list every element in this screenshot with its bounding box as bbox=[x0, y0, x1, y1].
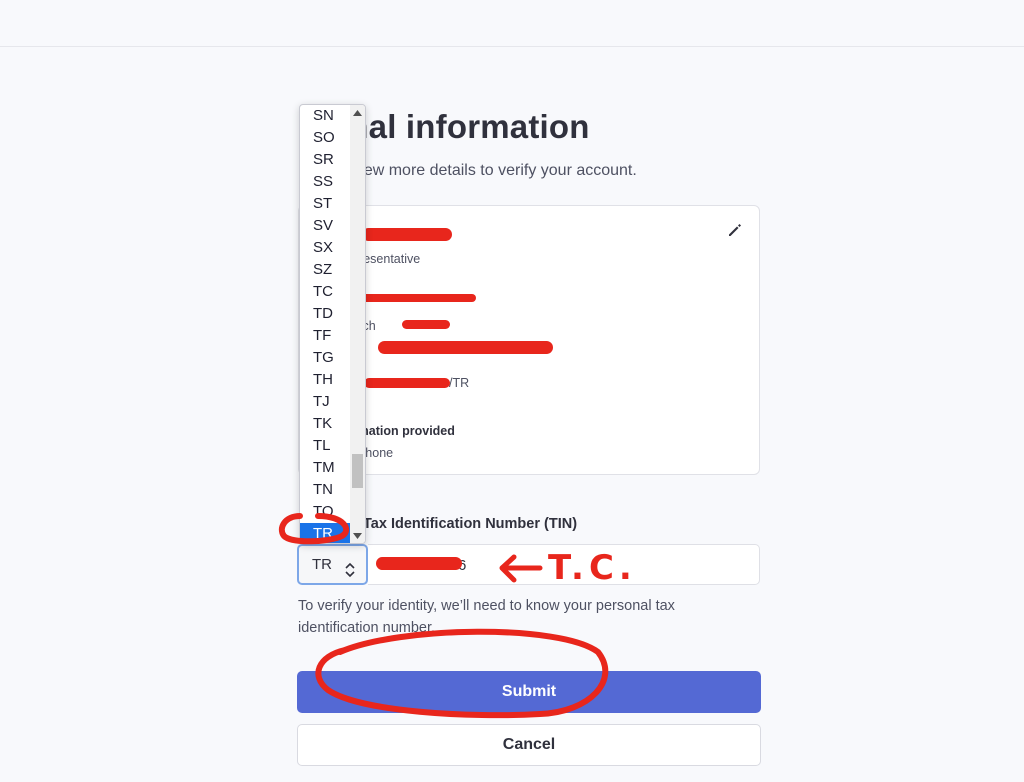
country-select[interactable]: TR bbox=[297, 544, 368, 585]
tin-label: Tax Identification Number (TIN) bbox=[363, 516, 578, 532]
country-option[interactable]: SV bbox=[300, 215, 350, 237]
annotation-text-tc: T.C. bbox=[548, 548, 637, 588]
top-bar bbox=[0, 0, 1024, 47]
redaction-mark bbox=[362, 228, 452, 241]
country-dropdown-list[interactable]: SN SO SR SS ST SV SX SZ TC TD TF TG TH T… bbox=[299, 104, 366, 544]
redaction-mark bbox=[364, 378, 450, 388]
country-option[interactable]: SX bbox=[300, 237, 350, 259]
country-option[interactable]: TL bbox=[300, 435, 350, 457]
country-option[interactable]: TJ bbox=[300, 391, 350, 413]
tin-help-text: To verify your identity, we’ll need to k… bbox=[298, 598, 675, 636]
partial-text-b: /TR bbox=[449, 376, 470, 390]
scrollbar-thumb[interactable] bbox=[352, 454, 363, 488]
country-option[interactable]: SZ bbox=[300, 259, 350, 281]
scroll-down-arrow-icon[interactable] bbox=[353, 533, 362, 539]
country-option[interactable]: SN bbox=[300, 105, 350, 127]
country-option[interactable]: TO bbox=[300, 501, 350, 523]
country-option[interactable]: TH bbox=[300, 369, 350, 391]
redaction-mark bbox=[402, 320, 450, 329]
country-option[interactable]: TN bbox=[300, 479, 350, 501]
redaction-mark bbox=[378, 341, 553, 354]
country-option[interactable]: SO bbox=[300, 127, 350, 149]
country-option[interactable]: TD bbox=[300, 303, 350, 325]
country-option[interactable]: TC bbox=[300, 281, 350, 303]
redaction-mark bbox=[362, 294, 476, 302]
chevron-updown-icon bbox=[344, 556, 356, 578]
scroll-up-arrow-icon[interactable] bbox=[353, 110, 362, 116]
dropdown-scrollbar[interactable] bbox=[350, 105, 365, 543]
country-option[interactable]: TF bbox=[300, 325, 350, 347]
redaction-mark bbox=[376, 557, 462, 570]
cancel-button[interactable]: Cancel bbox=[297, 724, 761, 766]
country-option[interactable]: ST bbox=[300, 193, 350, 215]
country-option[interactable]: TM bbox=[300, 457, 350, 479]
country-option[interactable]: TG bbox=[300, 347, 350, 369]
country-option-selected[interactable]: TR bbox=[300, 523, 350, 543]
pencil-icon[interactable] bbox=[725, 220, 745, 240]
country-option[interactable]: SR bbox=[300, 149, 350, 171]
country-option[interactable]: SS bbox=[300, 171, 350, 193]
country-select-value: TR bbox=[312, 556, 332, 573]
submit-button[interactable]: Submit bbox=[297, 671, 761, 713]
country-option[interactable]: TK bbox=[300, 413, 350, 435]
account-summary-card: representative March ar /TR formation pr… bbox=[298, 205, 760, 475]
